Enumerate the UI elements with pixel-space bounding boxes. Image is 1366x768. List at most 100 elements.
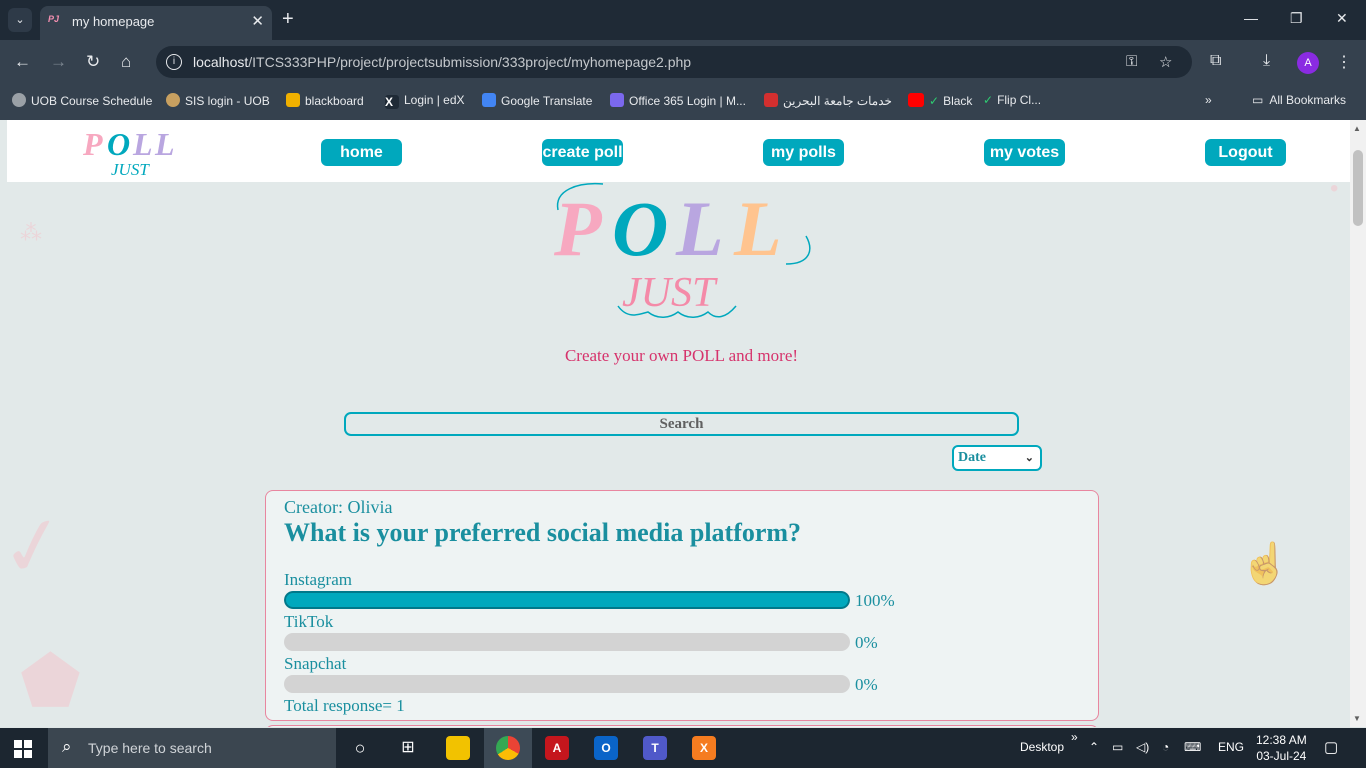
tray-chevron-icon[interactable]: ⌃ <box>1089 740 1099 754</box>
notification-icon[interactable]: ▢ <box>1324 738 1338 756</box>
site-info-icon[interactable]: i <box>166 54 182 70</box>
url-host: localhost <box>193 54 249 70</box>
tab-search-button[interactable]: ⌄ <box>8 8 32 32</box>
menu-dots-icon[interactable]: ⋮ <box>1336 52 1352 72</box>
svg-text:O: O <box>107 126 130 162</box>
poll-option-label: TikTok <box>284 612 334 631</box>
bookmark-label: blackboard <box>305 94 364 108</box>
profile-avatar[interactable]: A <box>1297 52 1319 74</box>
back-icon[interactable]: ← <box>14 52 31 72</box>
poll-card[interactable]: Creator: Olivia What is your preferred s… <box>265 490 1099 721</box>
close-window-icon[interactable]: ✕ <box>1336 10 1348 27</box>
taskbar-search-box[interactable]: ⌕ Type here to search <box>48 728 336 768</box>
sort-select[interactable]: Date ⌄ <box>952 445 1042 471</box>
nav-my-votes-button[interactable]: my votes <box>984 139 1065 166</box>
nav-home-button[interactable]: home <box>321 139 402 166</box>
toolbar-expand-icon[interactable]: » <box>1071 730 1078 744</box>
uob-seal-icon <box>166 93 180 107</box>
key-icon[interactable]: ⚿ <box>1126 53 1137 70</box>
poll-option-label: Snapchat <box>284 654 347 673</box>
hand-decoration-icon: ☝ <box>1240 542 1290 586</box>
home-icon[interactable]: ⌂ <box>121 52 131 72</box>
poll-option-bar <box>284 591 850 609</box>
svg-text:JUST: JUST <box>622 270 718 316</box>
new-tab-button[interactable]: + <box>282 8 294 30</box>
search-input[interactable]: Search <box>344 412 1019 436</box>
poll-creator: Creator: Olivia <box>284 497 393 517</box>
bookmark-black[interactable]: ✓ Black <box>908 93 972 108</box>
bookmark-edx[interactable]: X Login | edX <box>385 93 465 109</box>
cortana-icon[interactable]: ○ <box>348 736 372 760</box>
browser-tab[interactable]: PJ my homepage ✕ <box>40 6 272 40</box>
svg-text:L: L <box>132 126 153 162</box>
site-navbar: P O L L JUST home create poll my polls m… <box>7 120 1350 182</box>
nav-logout-button[interactable]: Logout <box>1205 139 1286 166</box>
wifi-icon[interactable]: ◔ <box>1162 740 1169 754</box>
clock-date: 03-Jul-24 <box>1256 749 1307 763</box>
bookmark-star-icon[interactable]: ☆ <box>1159 53 1172 71</box>
bookmark-google-translate[interactable]: Google Translate <box>482 93 592 108</box>
next-poll-card[interactable] <box>265 725 1099 727</box>
file-explorer-icon[interactable] <box>446 736 470 760</box>
all-bookmarks-label: All Bookmarks <box>1269 93 1347 107</box>
bookmark-label: Office 365 Login | M... <box>629 94 746 108</box>
poll-option-percent: 0% <box>855 675 878 694</box>
tab-close-icon[interactable]: ✕ <box>251 12 264 30</box>
keyboard-icon[interactable]: ⌨ <box>1184 740 1201 754</box>
address-bar[interactable]: i localhost/ITCS333PHP/project/projectsu… <box>156 46 1192 78</box>
xampp-icon[interactable]: X <box>692 736 716 760</box>
language-indicator[interactable]: ENG <box>1218 740 1244 754</box>
extensions-icon[interactable]: ⧉ <box>1210 52 1221 70</box>
tag-decoration-icon: ⬟ <box>20 642 81 720</box>
battery-icon[interactable]: ▭ <box>1112 740 1123 754</box>
outlook-icon[interactable]: O <box>594 736 618 760</box>
clock[interactable]: 12:38 AM 03-Jul-24 <box>1256 732 1307 764</box>
acrobat-icon[interactable]: A <box>545 736 569 760</box>
office-icon <box>610 93 624 107</box>
check-icon: ✓ <box>983 93 994 107</box>
forward-icon[interactable]: → <box>50 52 67 72</box>
url-text[interactable]: localhost/ITCS333PHP/project/projectsubm… <box>193 54 691 70</box>
tagline: Create your own POLL and more! <box>564 346 799 365</box>
scroll-up-icon[interactable]: ▲ <box>1353 124 1361 133</box>
blackboard-icon <box>286 93 300 107</box>
svg-text:L: L <box>154 126 175 162</box>
minimize-icon[interactable]: — <box>1244 10 1258 26</box>
bookmark-label: SIS login - UOB <box>185 94 270 108</box>
bookmark-uob-schedule[interactable]: UOB Course Schedule <box>12 93 152 108</box>
bookmark-uob-services[interactable]: خدمات جامعة البحرين <box>764 93 892 108</box>
check-icon: ✓ <box>929 94 940 108</box>
more-bookmarks-icon[interactable]: » <box>1205 93 1212 107</box>
nav-my-polls-button[interactable]: my polls <box>763 139 844 166</box>
sparkle-decoration-icon: ⁂ <box>20 220 42 245</box>
search-icon: ⌕ <box>62 737 72 756</box>
svg-text:L: L <box>675 185 724 272</box>
bookmark-flip[interactable]: ✓ Flip Cl... <box>983 93 1041 107</box>
desktop-toolbar-label[interactable]: Desktop <box>1020 740 1064 754</box>
sort-selected-value: Date <box>958 450 986 465</box>
nav-create-poll-button[interactable]: create poll <box>542 139 623 166</box>
bookmark-blackboard[interactable]: blackboard <box>286 93 364 108</box>
page-viewport: ✓ ⬟ ⁂ ☝ • P O L L JUST home create poll … <box>0 120 1350 727</box>
clock-time: 12:38 AM <box>1256 733 1307 747</box>
teams-icon[interactable]: T <box>643 736 667 760</box>
page-scrollbar[interactable]: ▲ ▼ <box>1350 120 1366 727</box>
volume-icon[interactable]: ◁) <box>1136 740 1149 754</box>
download-icon[interactable]: ⤓ <box>1263 52 1270 70</box>
scroll-down-icon[interactable]: ▼ <box>1353 714 1361 723</box>
scrollbar-thumb[interactable] <box>1353 150 1363 226</box>
task-view-icon[interactable]: ⊞ <box>396 736 420 760</box>
windows-taskbar: ⌕ Type here to search ○ ⊞ A O T X Deskto… <box>0 728 1366 768</box>
windows-start-icon[interactable] <box>14 740 32 758</box>
chevron-down-icon: ⌄ <box>1024 452 1034 464</box>
folder-icon: ▭ <box>1252 93 1264 107</box>
reload-icon[interactable]: ↻ <box>86 52 100 72</box>
restore-icon[interactable]: ❐ <box>1290 10 1303 27</box>
poll-just-logo-small[interactable]: P O L L JUST <box>77 123 187 179</box>
chrome-icon[interactable] <box>496 736 520 760</box>
bookmark-sis-login[interactable]: SIS login - UOB <box>166 93 270 108</box>
tab-title: my homepage <box>72 14 155 29</box>
bookmark-office365[interactable]: Office 365 Login | M... <box>610 93 746 108</box>
all-bookmarks-button[interactable]: ▭ All Bookmarks <box>1252 93 1346 107</box>
svg-text:JUST: JUST <box>111 160 150 179</box>
